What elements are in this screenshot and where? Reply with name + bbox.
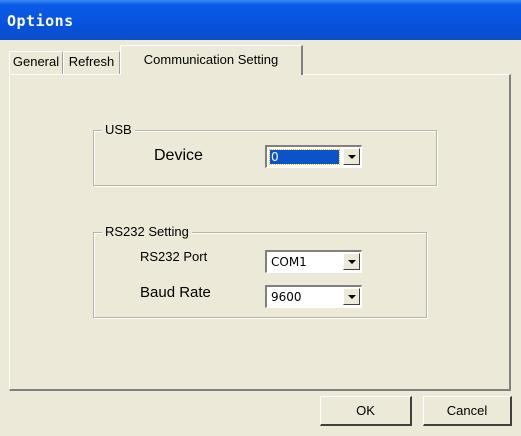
usb-group: USB Device 0 xyxy=(93,122,437,186)
usb-group-legend: USB xyxy=(102,122,135,138)
baud-rate-select[interactable]: 9600 xyxy=(265,285,362,308)
rs232-port-label: RS232 Port xyxy=(140,249,208,264)
rs232-port-select[interactable]: COM1 xyxy=(265,250,362,273)
rs232-group-legend: RS232 Setting xyxy=(102,224,192,240)
tab-panel: USB Device 0 RS232 Setting RS232 Port CO… xyxy=(9,74,511,391)
device-select[interactable]: 0 xyxy=(265,145,362,168)
device-label: Device xyxy=(154,147,203,164)
rs232-group: RS232 Setting RS232 Port COM1 Baud Rate … xyxy=(93,224,427,318)
tab-general[interactable]: General xyxy=(9,51,63,74)
title-bar[interactable]: Options xyxy=(0,0,521,40)
ok-button[interactable]: OK xyxy=(320,396,412,426)
chevron-down-icon xyxy=(348,260,356,264)
cancel-button[interactable]: Cancel xyxy=(423,396,512,426)
baud-rate-value: 9600 xyxy=(271,290,302,304)
window-title: Options xyxy=(7,12,74,30)
baud-rate-label: Baud Rate xyxy=(140,284,211,301)
device-dropdown-button[interactable] xyxy=(343,148,360,165)
chevron-down-icon xyxy=(348,295,356,299)
chevron-down-icon xyxy=(348,155,356,159)
rs232-port-dropdown-button[interactable] xyxy=(343,253,360,270)
rs232-port-value: COM1 xyxy=(271,255,307,269)
baud-rate-dropdown-button[interactable] xyxy=(343,288,360,305)
tab-refresh[interactable]: Refresh xyxy=(63,51,120,74)
device-select-value: 0 xyxy=(269,149,340,165)
tab-communication-setting[interactable]: Communication Setting xyxy=(120,45,303,75)
options-dialog: Options General Refresh Communication Se… xyxy=(0,0,521,436)
